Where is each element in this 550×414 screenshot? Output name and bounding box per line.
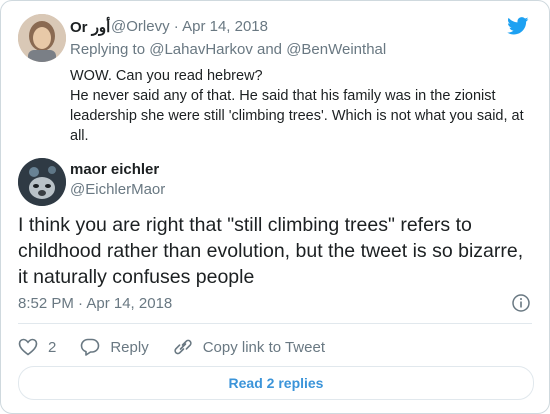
action-bar: 2 Reply Copy link to Tweet	[18, 337, 349, 357]
replying-to-line: Replying to @LahavHarkov and @BenWeintha…	[70, 41, 386, 58]
copy-link-button[interactable]: Copy link to Tweet	[173, 338, 325, 356]
tweet2-author-name[interactable]: maor eichler	[70, 161, 159, 178]
tweet-embed-card: Or أور @Orlevy · Apr 14, 2018 Replying t…	[0, 0, 550, 414]
tweet2-text: I think you are right that "still climbi…	[18, 214, 524, 288]
twitter-bird-icon[interactable]	[507, 17, 529, 35]
tweet1-text-line1: WOW. Can you read hebrew?	[70, 68, 263, 84]
copy-link-label: Copy link to Tweet	[202, 338, 325, 356]
avatar-or[interactable]	[18, 14, 66, 62]
tweet1-handle-date[interactable]: @Orlevy · Apr 14, 2018	[111, 18, 268, 35]
reply-label: Reply	[110, 338, 149, 356]
tweet1-text-line2: He never said any of that. He said that …	[70, 88, 528, 144]
tweet2-handle[interactable]: @EichlerMaor	[70, 181, 165, 198]
like-count: 2	[48, 338, 57, 356]
separator-dot: ·	[173, 18, 183, 35]
reply-and: and	[257, 41, 283, 58]
avatar-maor[interactable]	[18, 158, 66, 206]
tweet1-date[interactable]: Apr 14, 2018	[182, 18, 268, 35]
reply-button[interactable]: Reply	[80, 338, 149, 356]
reply-user-ben[interactable]: @BenWeinthal	[286, 41, 386, 58]
tweet1-text: WOW. Can you read hebrew? He never said …	[70, 66, 540, 146]
divider	[18, 323, 532, 324]
info-icon[interactable]	[512, 294, 530, 312]
tweet2-timestamp[interactable]: 8:52 PM · Apr 14, 2018	[18, 295, 172, 312]
tweet1-author-name[interactable]: Or أور	[70, 18, 110, 36]
reply-icon	[81, 338, 100, 356]
reply-user-lahav[interactable]: @LahavHarkov	[149, 41, 253, 58]
tweet1-handle[interactable]: @Orlevy	[111, 18, 170, 35]
read-replies-button[interactable]: Read 2 replies	[18, 366, 534, 400]
heart-icon	[18, 338, 38, 356]
link-icon	[174, 339, 192, 355]
replying-to-label: Replying to	[70, 41, 146, 58]
like-button[interactable]: 2	[18, 338, 56, 356]
